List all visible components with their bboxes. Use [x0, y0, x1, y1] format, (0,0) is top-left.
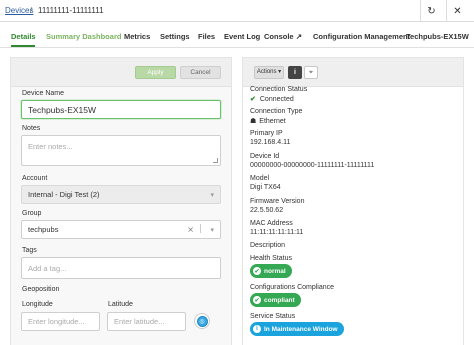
tab-configuration-management[interactable]: Configuration Management	[313, 32, 410, 41]
tags-input[interactable]: Add a tag...	[21, 257, 221, 279]
tab-details[interactable]: Details	[11, 32, 36, 41]
primary-ip-label: Primary IP	[250, 130, 283, 137]
caret-down-icon: ▾	[278, 69, 282, 75]
map-pin-icon: ⌖	[309, 69, 313, 76]
actions-label: Actions	[256, 69, 277, 75]
health-status-badge: ✔ normal	[250, 264, 292, 278]
account-value: Internal - Digi Test (2)	[28, 190, 100, 199]
location-pin-button[interactable]: ⌖	[304, 66, 318, 79]
close-button[interactable]: ✕	[446, 0, 468, 22]
resize-handle[interactable]	[213, 158, 218, 163]
check-circle-icon: ✔	[253, 296, 261, 304]
tags-label: Tags	[22, 247, 37, 254]
info-icon: i	[294, 69, 296, 76]
check-circle-icon: ✔	[253, 267, 261, 275]
breadcrumb-current: 11111111-11111111	[38, 6, 104, 15]
compliance-text: compliant	[264, 296, 295, 304]
model-label: Model	[250, 175, 270, 182]
refresh-button[interactable]: ↻	[420, 0, 442, 22]
close-icon: ✕	[453, 5, 462, 17]
apply-button[interactable]: Apply	[135, 66, 176, 79]
tab-files[interactable]: Files	[198, 32, 215, 41]
configurations-compliance-label: Configurations Compliance	[250, 284, 335, 291]
group-label: Group	[22, 210, 42, 217]
tab-event-log[interactable]: Event Log	[224, 32, 260, 41]
account-label: Account	[22, 175, 48, 182]
device-name-value: Techpubs-EX15W	[28, 104, 97, 115]
service-status-text: In Maintenance Window	[264, 325, 338, 333]
chevron-down-icon[interactable]: ▾	[210, 226, 214, 234]
latitude-label: Latitude	[108, 301, 133, 308]
compliance-badge: ✔ compliant	[250, 293, 301, 307]
longitude-label: Longitude	[22, 301, 53, 308]
chevron-down-icon: ▾	[210, 191, 214, 199]
geoposition-label: Geoposition	[22, 286, 60, 293]
health-status-text: normal	[264, 267, 286, 275]
check-icon: ✔	[250, 96, 256, 103]
crosshair-icon: ◎	[196, 315, 208, 327]
account-select[interactable]: Internal - Digi Test (2) ▾	[21, 185, 221, 204]
notes-placeholder: Enter notes...	[28, 142, 73, 151]
tab-summary-dashboard[interactable]: Summary Dashboard	[46, 32, 121, 41]
locate-button[interactable]: ◎	[194, 313, 210, 329]
device-id-value: 00000000-00000000-11111111-11111111	[250, 162, 375, 169]
external-link-icon: ↗	[295, 32, 302, 41]
device-id-label: Device Id	[250, 153, 280, 160]
latitude-input[interactable]: Enter latitude...	[107, 312, 186, 331]
ethernet-icon: ☗	[250, 118, 257, 125]
breadcrumb-bar: Devices / 11111111-11111111 ↻ ✕	[0, 0, 474, 22]
longitude-placeholder: Enter longitude...	[28, 317, 85, 326]
connection-status-label: Connection Status	[250, 86, 308, 93]
active-tab-indicator	[11, 45, 35, 47]
breadcrumb-separator: /	[30, 6, 33, 15]
mac-address-value: 11:11:11:11:11:11	[250, 229, 304, 236]
connection-status-text: Connected	[259, 96, 294, 103]
group-value: techpubs	[28, 225, 59, 234]
clear-icon[interactable]: ✕	[187, 225, 194, 234]
actions-dropdown-button[interactable]: Actions ▾	[254, 66, 284, 79]
primary-ip-value: 192.168.4.11	[250, 139, 291, 146]
tags-placeholder: Add a tag...	[28, 263, 67, 273]
service-status-badge: i In Maintenance Window	[250, 322, 344, 336]
model-value: Digi TX64	[250, 184, 281, 191]
connection-type-value: ☗ Ethernet	[250, 117, 286, 125]
connection-status-value: ✔ Connected	[250, 95, 294, 103]
notes-label: Notes	[22, 125, 41, 132]
connection-type-text: Ethernet	[259, 118, 286, 125]
mac-address-label: MAC Address	[250, 220, 293, 227]
tab-bar: Details Summary Dashboard Metrics Settin…	[0, 28, 474, 48]
health-status-label: Health Status	[250, 255, 293, 262]
service-status-label: Service Status	[250, 313, 296, 320]
tab-metrics[interactable]: Metrics	[124, 32, 150, 41]
connection-type-label: Connection Type	[250, 108, 303, 115]
tab-device-name[interactable]: Techpubs-EX15W	[406, 32, 469, 41]
description-label: Description	[250, 242, 286, 249]
refresh-icon: ↻	[427, 5, 436, 17]
longitude-input[interactable]: Enter longitude...	[21, 312, 100, 331]
latitude-placeholder: Enter latitude...	[114, 317, 165, 326]
group-select[interactable]: techpubs ✕ ▾	[21, 220, 221, 239]
tab-settings[interactable]: Settings	[160, 32, 190, 41]
tab-console-label: Console	[264, 32, 294, 41]
cancel-button[interactable]: Cancel	[180, 66, 221, 79]
notes-textarea[interactable]: Enter notes...	[21, 135, 221, 166]
select-divider	[200, 224, 201, 233]
device-name-input[interactable]: Techpubs-EX15W	[21, 100, 221, 119]
info-circle-icon: i	[253, 325, 261, 333]
info-button[interactable]: i	[288, 66, 302, 79]
firmware-version-label: Firmware Version	[250, 198, 305, 205]
tab-console[interactable]: Console ↗	[264, 32, 302, 41]
firmware-version-value: 22.5.50.62	[250, 207, 284, 214]
device-name-label: Device Name	[22, 90, 65, 97]
